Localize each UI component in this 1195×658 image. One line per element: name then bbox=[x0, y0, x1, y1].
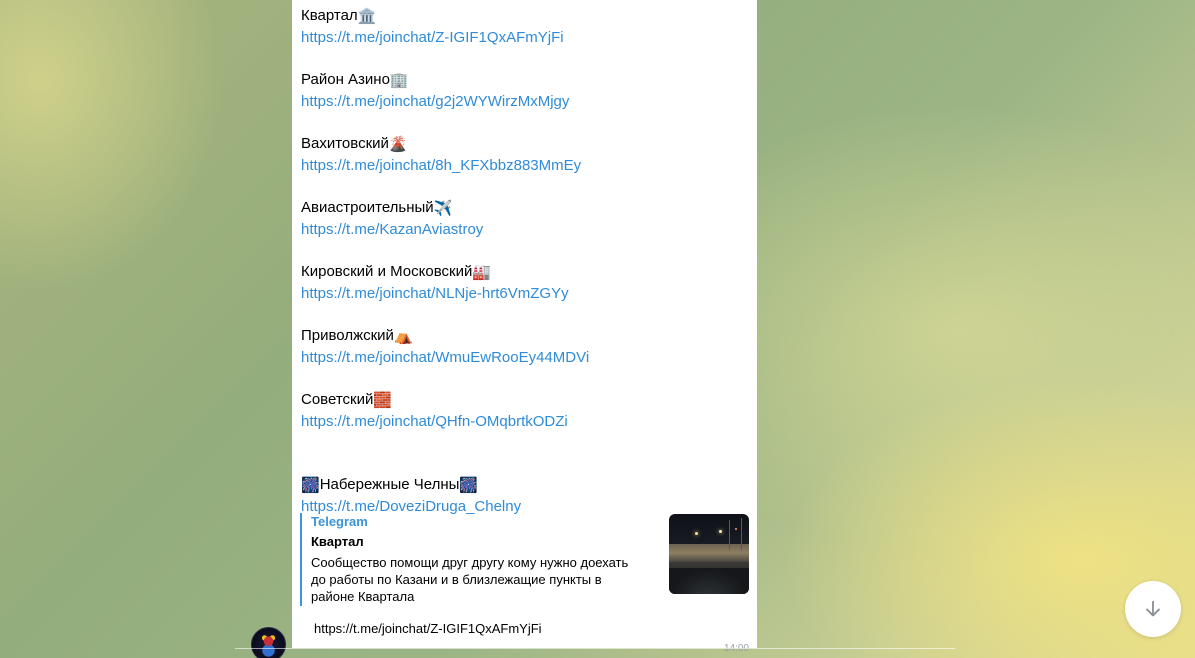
sender-avatar[interactable] bbox=[251, 627, 286, 658]
office-building-emoji-icon: 🏢 bbox=[389, 71, 409, 89]
district-name: Район Азино bbox=[301, 71, 390, 88]
thumbnail-light bbox=[695, 532, 698, 535]
district-link[interactable]: https://t.me/joinchat/WmuEwRooEy44MDVi bbox=[301, 347, 746, 368]
district-entry-naberezhnye-chelny: 🎆Набережные Челны🎆 https://t.me/DoveziDr… bbox=[301, 474, 746, 517]
arrow-down-icon bbox=[1146, 600, 1160, 617]
preview-site-name: Telegram bbox=[311, 514, 368, 529]
district-entry-privolzhsky: Приволжский⛺ https://t.me/joinchat/WmuEw… bbox=[301, 325, 746, 368]
thumbnail-road bbox=[669, 544, 749, 562]
preview-description: Сообщество помощи друг другу кому нужно … bbox=[311, 555, 629, 604]
preview-title: Квартал bbox=[311, 534, 364, 549]
district-name: Советский bbox=[301, 391, 374, 408]
district-link[interactable]: https://t.me/joinchat/g2j2WYWirzMxMjgy bbox=[301, 91, 746, 112]
message-bubble: Квартал🏛️ https://t.me/joinchat/Z-IGIF1Q… bbox=[292, 0, 757, 654]
brick-emoji-icon: 🧱 bbox=[373, 391, 393, 409]
district-entry-vakhitovsky: Вахитовский🌋 https://t.me/joinchat/8h_KF… bbox=[301, 133, 746, 176]
district-link[interactable]: https://t.me/joinchat/NLNje-hrt6VmZGYy bbox=[301, 283, 746, 304]
tent-emoji-icon: ⛺ bbox=[393, 327, 413, 345]
message-text: Квартал🏛️ https://t.me/joinchat/Z-IGIF1Q… bbox=[301, 5, 746, 538]
thumbnail-pole bbox=[741, 518, 742, 550]
preview-thumbnail[interactable] bbox=[669, 514, 749, 594]
preview-url-text[interactable]: https://t.me/joinchat/Z-IGIF1QxAFmYjFi bbox=[314, 621, 542, 636]
district-link[interactable]: https://t.me/joinchat/Z-IGIF1QxAFmYjFi bbox=[301, 27, 746, 48]
district-entry-kirovsky-moskovsky: Кировский и Московский🏭 https://t.me/joi… bbox=[301, 261, 746, 304]
thumbnail-light bbox=[735, 528, 737, 530]
district-entry-azino: Район Азино🏢 https://t.me/joinchat/g2j2W… bbox=[301, 69, 746, 112]
district-name: Набережные Челны bbox=[319, 476, 460, 493]
volcano-emoji-icon: 🌋 bbox=[388, 135, 408, 153]
district-name: Авиастроительный bbox=[301, 199, 434, 216]
fireworks-emoji-icon: 🎆 bbox=[301, 476, 320, 494]
district-name: Квартал bbox=[301, 7, 358, 24]
composer-divider bbox=[235, 648, 955, 649]
district-link[interactable]: https://t.me/joinchat/8h_KFXbbz883MmEy bbox=[301, 155, 746, 176]
fireworks-emoji-icon: 🎆 bbox=[459, 476, 479, 494]
district-link[interactable]: https://t.me/KazanAviastroy bbox=[301, 219, 746, 240]
district-name: Приволжский bbox=[301, 327, 394, 344]
thumbnail-pole bbox=[729, 520, 730, 550]
thumbnail-light bbox=[719, 530, 722, 533]
district-entry-sovetsky: Советский🧱 https://t.me/joinchat/QHfn-OM… bbox=[301, 389, 746, 432]
scroll-down-button[interactable] bbox=[1125, 581, 1181, 637]
airplane-emoji-icon: ✈️ bbox=[433, 199, 453, 217]
district-entry-aviastroitelny: Авиастроительный✈️ https://t.me/KazanAvi… bbox=[301, 197, 746, 240]
district-name: Кировский и Московский bbox=[301, 263, 473, 280]
district-name: Вахитовский bbox=[301, 135, 389, 152]
link-preview-card[interactable]: Telegram Квартал Сообщество помощи друг … bbox=[300, 513, 751, 606]
thumbnail-dashboard bbox=[669, 568, 749, 594]
bank-emoji-icon: 🏛️ bbox=[357, 7, 377, 25]
factory-emoji-icon: 🏭 bbox=[472, 263, 492, 281]
district-link[interactable]: https://t.me/joinchat/QHfn-OMqbrtkODZi bbox=[301, 411, 746, 432]
district-entry-kvartal: Квартал🏛️ https://t.me/joinchat/Z-IGIF1Q… bbox=[301, 5, 746, 48]
